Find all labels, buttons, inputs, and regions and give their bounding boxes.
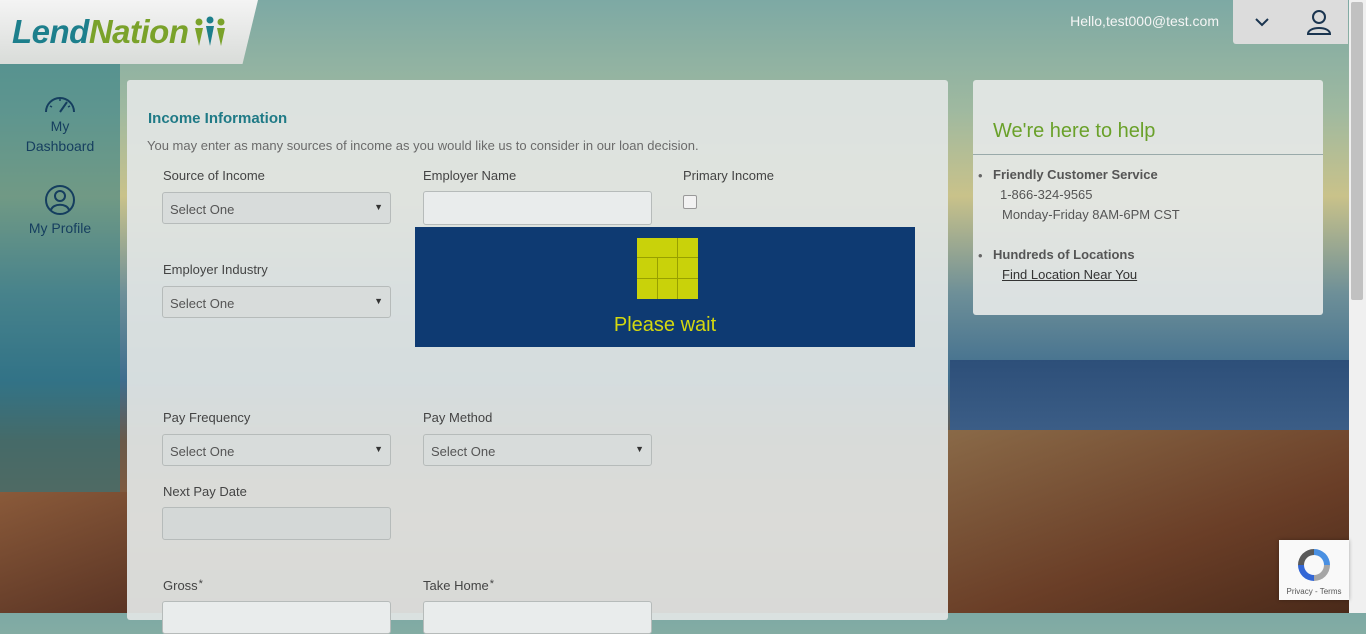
employer-industry-value: Select One xyxy=(170,296,235,311)
chevron-down-icon xyxy=(1255,18,1269,27)
employer-industry-select[interactable]: Select One ▼ xyxy=(162,286,391,318)
next-pay-date-input[interactable] xyxy=(162,507,391,540)
primary-income-checkbox[interactable] xyxy=(683,195,697,209)
dropdown-arrow-icon: ▼ xyxy=(374,296,383,306)
take-home-label: Take Home* xyxy=(423,578,494,593)
pay-frequency-value: Select One xyxy=(170,444,235,459)
pay-frequency-label: Pay Frequency xyxy=(163,410,251,425)
logo-people-icon xyxy=(193,16,227,48)
help-item-locations: Hundreds of Locations xyxy=(993,247,1135,262)
primary-income-label: Primary Income xyxy=(683,168,775,183)
dashboard-gauge-icon xyxy=(45,97,75,113)
background-ground-left xyxy=(0,492,130,613)
recaptcha-icon xyxy=(1298,549,1330,581)
gross-label-text: Gross xyxy=(163,578,198,593)
logo-wordmark: LendNation xyxy=(12,13,189,51)
user-circle-icon xyxy=(45,185,75,215)
source-of-income-label: Source of Income xyxy=(163,168,265,183)
pay-method-value: Select One xyxy=(431,444,496,459)
employer-industry-label: Employer Industry xyxy=(163,262,268,277)
gross-label: Gross* xyxy=(163,578,203,593)
loading-spinner-icon xyxy=(637,238,698,299)
sidebar-dashboard-label-2: Dashboard xyxy=(25,138,95,154)
help-divider xyxy=(973,154,1323,155)
take-home-input[interactable] xyxy=(423,601,652,634)
account-dropdown-toggle[interactable] xyxy=(1242,2,1282,42)
help-phone: 1-866-324-9565 xyxy=(1000,187,1093,202)
gross-input[interactable] xyxy=(162,601,391,634)
source-of-income-value: Select One xyxy=(170,202,235,217)
sidebar-item-dashboard[interactable]: My Dashboard xyxy=(0,92,120,156)
bullet-icon: • xyxy=(978,168,983,183)
source-of-income-select[interactable]: Select One ▼ xyxy=(162,192,391,224)
required-mark: * xyxy=(198,578,203,590)
page-title: Income Information xyxy=(148,110,288,127)
profile-button[interactable] xyxy=(1299,2,1339,42)
take-home-label-text: Take Home xyxy=(423,578,489,593)
pay-method-select[interactable]: Select One ▼ xyxy=(423,434,652,466)
dropdown-arrow-icon: ▼ xyxy=(635,444,644,454)
sidebar-dashboard-label-1: My xyxy=(50,118,70,134)
left-sidebar: My Dashboard My Profile xyxy=(0,64,120,492)
recaptcha-privacy-terms[interactable]: Privacy - Terms xyxy=(1279,587,1349,596)
user-icon xyxy=(1307,10,1332,35)
dropdown-arrow-icon: ▼ xyxy=(374,444,383,454)
logo-nation-text: Nation xyxy=(88,13,189,50)
page-scrollbar[interactable] xyxy=(1349,0,1366,613)
scrollbar-thumb[interactable] xyxy=(1351,2,1363,300)
recaptcha-badge[interactable]: Privacy - Terms xyxy=(1279,540,1349,600)
help-hours: Monday-Friday 8AM-6PM CST xyxy=(1002,207,1180,222)
pay-method-label: Pay Method xyxy=(423,410,493,425)
logo-lend-text: Lend xyxy=(12,13,89,50)
pay-frequency-select[interactable]: Select One ▼ xyxy=(162,434,391,466)
find-location-link[interactable]: Find Location Near You xyxy=(1002,267,1137,282)
next-pay-date-label: Next Pay Date xyxy=(163,484,247,499)
sidebar-item-profile[interactable]: My Profile xyxy=(0,184,120,238)
background-sea xyxy=(950,360,1350,430)
header-toolbar xyxy=(1233,0,1348,44)
loading-overlay: Please wait xyxy=(415,227,915,347)
dropdown-arrow-icon: ▼ xyxy=(374,202,383,212)
lendnation-logo[interactable]: LendNation xyxy=(0,0,258,64)
help-title: We're here to help xyxy=(993,120,1156,142)
bullet-icon: • xyxy=(978,248,983,263)
user-greeting: Hello,test000@test.com xyxy=(1070,13,1219,29)
help-card: We're here to help • Friendly Customer S… xyxy=(973,80,1323,315)
employer-name-input[interactable] xyxy=(423,191,652,225)
page-subtitle: You may enter as many sources of income … xyxy=(147,138,699,153)
help-item-customer-service: Friendly Customer Service xyxy=(993,167,1158,182)
required-mark: * xyxy=(489,578,495,590)
loading-text: Please wait xyxy=(613,314,717,336)
employer-name-label: Employer Name xyxy=(423,168,517,183)
income-information-card: Income Information You may enter as many… xyxy=(127,80,948,634)
sidebar-profile-label: My Profile xyxy=(28,220,92,236)
